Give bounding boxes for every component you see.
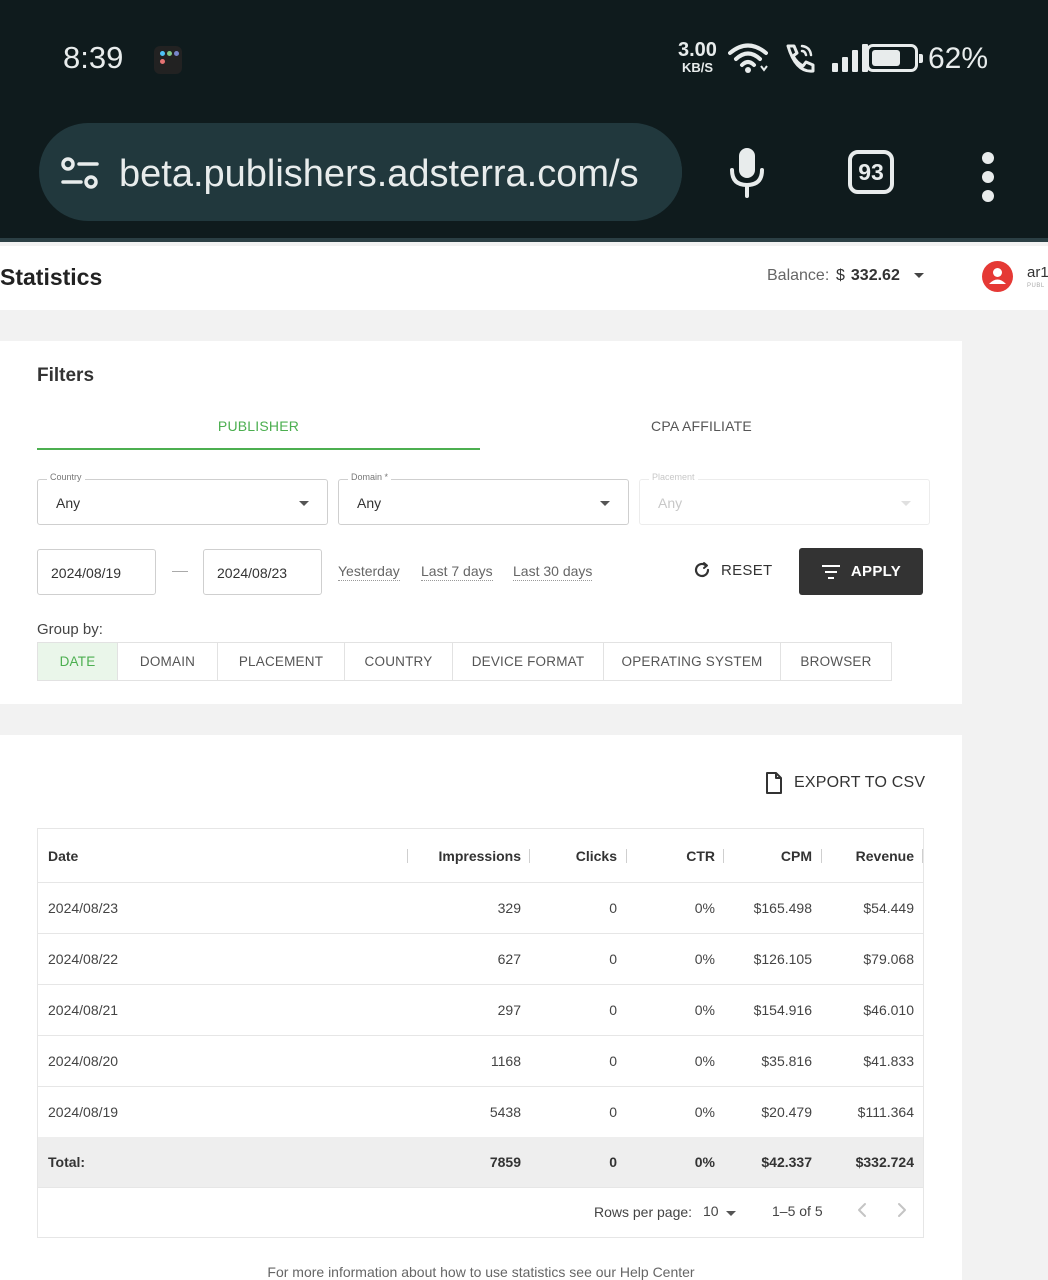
column-separator <box>407 849 408 863</box>
column-separator <box>529 849 530 863</box>
group-by-placement[interactable]: PLACEMENT <box>218 643 345 680</box>
pagination-range: 1–5 of 5 <box>772 1203 823 1219</box>
status-time: 8:39 <box>63 40 124 75</box>
column-header-ctr[interactable]: CTR <box>617 829 715 882</box>
user-name[interactable]: ar1 <box>1027 264 1048 281</box>
chevron-right-icon[interactable] <box>895 1200 909 1220</box>
apply-button[interactable]: APPLY <box>799 548 923 595</box>
column-header-cpm[interactable]: CPM <box>715 829 812 882</box>
group-by-toggle: DATE DOMAIN PLACEMENT COUNTRY DEVICE FOR… <box>37 642 892 681</box>
domain-select[interactable]: Domain * Any <box>338 472 629 525</box>
net-speed: 3.00 KB/S <box>678 39 717 75</box>
column-separator <box>723 849 724 863</box>
wifi-icon <box>728 43 768 73</box>
group-by-label: Group by: <box>37 621 103 638</box>
file-icon <box>766 772 782 794</box>
table-row: 2024/08/21 297 0 0% $154.916 $46.010 <box>38 985 923 1036</box>
quick-range-last-30-days[interactable]: Last 30 days <box>513 563 593 581</box>
url-text[interactable]: beta.publishers.adsterra.com/s <box>119 153 639 196</box>
chevron-down-icon <box>299 501 309 506</box>
column-header-clicks[interactable]: Clicks <box>521 829 617 882</box>
table-header: Date Impressions Clicks CTR CPM Revenue <box>38 829 923 883</box>
table-pagination: Rows per page: 10 1–5 of 5 <box>38 1187 923 1237</box>
filters-title: Filters <box>37 365 95 386</box>
date-range-dash <box>172 571 188 572</box>
browser-toolbar: beta.publishers.adsterra.com/s 93 <box>0 118 1048 242</box>
battery-icon <box>866 44 923 72</box>
column-separator <box>821 849 822 863</box>
tab-cpa-affiliate[interactable]: CPA AFFILIATE <box>480 418 923 434</box>
group-by-operating-system[interactable]: OPERATING SYSTEM <box>604 643 781 680</box>
chevron-down-icon[interactable] <box>726 1211 736 1216</box>
group-by-device-format[interactable]: DEVICE FORMAT <box>453 643 604 680</box>
group-by-browser[interactable]: BROWSER <box>781 643 891 680</box>
table-row: 2024/08/23 329 0 0% $165.498 $54.449 <box>38 883 923 934</box>
column-separator <box>626 849 627 863</box>
group-by-domain[interactable]: DOMAIN <box>118 643 218 680</box>
signal-icon <box>832 44 868 72</box>
rows-per-page-select[interactable]: 10 <box>703 1203 719 1219</box>
mic-icon[interactable] <box>728 148 766 198</box>
page-title: Statistics <box>0 264 103 290</box>
rows-per-page-label: Rows per page: <box>594 1204 693 1220</box>
chevron-down-icon <box>600 501 610 506</box>
user-icon <box>989 268 1006 284</box>
help-text: For more information about how to use st… <box>267 1264 695 1280</box>
status-bar: 8:39 3.00 KB/S 62% <box>0 0 1048 118</box>
app-header: Statistics Balance: $332.62 ar1 PUBL <box>0 246 1048 310</box>
date-to-input[interactable]: 2024/08/23 <box>203 549 322 595</box>
quick-range-yesterday[interactable]: Yesterday <box>338 563 400 581</box>
address-bar[interactable]: beta.publishers.adsterra.com/s <box>39 123 682 221</box>
balance-label: Balance: <box>767 267 830 284</box>
tab-publisher[interactable]: PUBLISHER <box>37 418 480 450</box>
app-icon <box>154 46 182 74</box>
country-select[interactable]: Country Any <box>37 472 328 525</box>
site-settings-icon[interactable] <box>59 157 103 189</box>
avatar[interactable] <box>982 261 1013 292</box>
reset-button[interactable]: RESET <box>693 561 773 579</box>
column-header-date[interactable]: Date <box>48 829 78 882</box>
chevron-down-icon <box>901 501 911 506</box>
battery-percent: 62% <box>928 42 989 75</box>
balance-dropdown-icon[interactable] <box>914 273 924 278</box>
quick-range-last-7-days[interactable]: Last 7 days <box>421 563 493 581</box>
wifi-call-icon <box>786 44 815 73</box>
group-by-date[interactable]: DATE <box>38 643 118 680</box>
table-row: 2024/08/19 5438 0 0% $20.479 $111.364 <box>38 1087 923 1138</box>
statistics-table: Date Impressions Clicks CTR CPM Revenue … <box>37 828 924 1238</box>
placement-select: Placement Any <box>639 472 930 525</box>
user-role: PUBL <box>1027 283 1045 289</box>
table-row: 2024/08/22 627 0 0% $126.105 $79.068 <box>38 934 923 985</box>
chevron-left-icon[interactable] <box>855 1200 869 1220</box>
tab-switcher-button[interactable]: 93 <box>848 150 894 194</box>
filter-icon <box>821 564 840 579</box>
export-csv-button[interactable]: EXPORT TO CSV <box>765 772 925 794</box>
table-row: 2024/08/20 1168 0 0% $35.816 $41.833 <box>38 1036 923 1087</box>
column-header-impressions[interactable]: Impressions <box>428 829 521 882</box>
refresh-icon <box>694 562 710 578</box>
balance-value[interactable]: $332.62 <box>836 267 900 285</box>
column-header-revenue[interactable]: Revenue <box>812 829 914 882</box>
more-menu-icon[interactable] <box>982 152 996 209</box>
table-total-row: Total: 7859 0 0% $42.337 $332.724 <box>38 1137 923 1188</box>
statistics-card: EXPORT TO CSV Date Impressions Clicks CT… <box>0 735 962 1280</box>
column-separator <box>922 849 923 863</box>
filters-card: Filters PUBLISHER CPA AFFILIATE Country … <box>0 341 962 704</box>
date-from-input[interactable]: 2024/08/19 <box>37 549 156 595</box>
group-by-country[interactable]: COUNTRY <box>345 643 453 680</box>
